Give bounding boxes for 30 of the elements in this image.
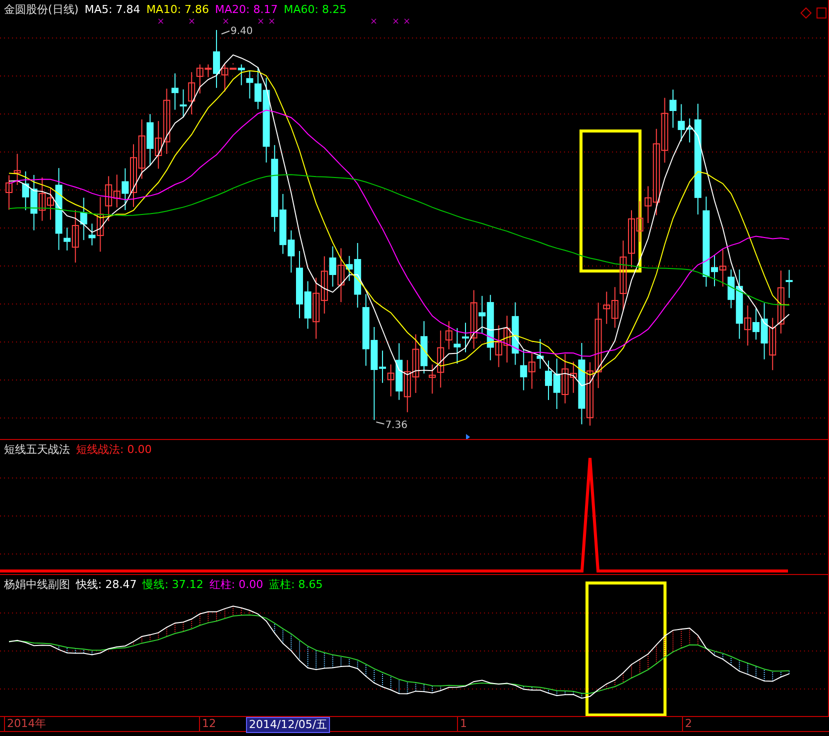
indicator-value: MA60: 8.25 xyxy=(284,3,346,16)
cursor-date-label: 2014/12/05/五 xyxy=(246,717,330,733)
marker-symbol: × xyxy=(403,17,411,27)
marker-symbol: × xyxy=(257,17,265,27)
marker-symbol: × xyxy=(188,17,196,27)
marker-symbol: × xyxy=(370,17,378,27)
panel-title: 金圆股份(日线) xyxy=(4,2,79,17)
indicator-value: 红柱: 0.00 xyxy=(209,577,264,592)
high-price-label: 9.40 xyxy=(221,26,253,37)
scroll-arrow-icon[interactable] xyxy=(466,434,470,439)
marker-symbol: × xyxy=(157,17,165,27)
low-price-label: 7.36 xyxy=(376,420,408,431)
indicator-value: MA10: 7.86 xyxy=(146,3,210,16)
indicator-value: MA5: 7.84 xyxy=(84,3,140,16)
marker-symbol: × xyxy=(268,17,276,27)
indicator-value: 慢线: 37.12 xyxy=(142,577,204,592)
indicator-value: MA20: 8.17 xyxy=(215,3,278,16)
time-axis-label: 2 xyxy=(682,717,694,731)
marker-symbol: × xyxy=(392,17,400,27)
indicator-value: 快线: 28.47 xyxy=(76,577,137,592)
indicator-value: 短线战法: 0.00 xyxy=(76,442,152,457)
panel-title: 杨娟中线副图 xyxy=(4,577,70,592)
time-axis-label: 12 xyxy=(199,717,218,731)
time-axis-label: 2014年 xyxy=(4,717,48,731)
diamond-icon[interactable] xyxy=(800,7,812,19)
marker-symbol: × xyxy=(222,17,230,27)
time-axis-label: 1 xyxy=(457,717,469,731)
panel-title: 短线五天战法 xyxy=(4,442,70,457)
indicator-value: 蓝柱: 8.65 xyxy=(269,577,323,592)
window-toggle-icon[interactable] xyxy=(816,8,826,18)
